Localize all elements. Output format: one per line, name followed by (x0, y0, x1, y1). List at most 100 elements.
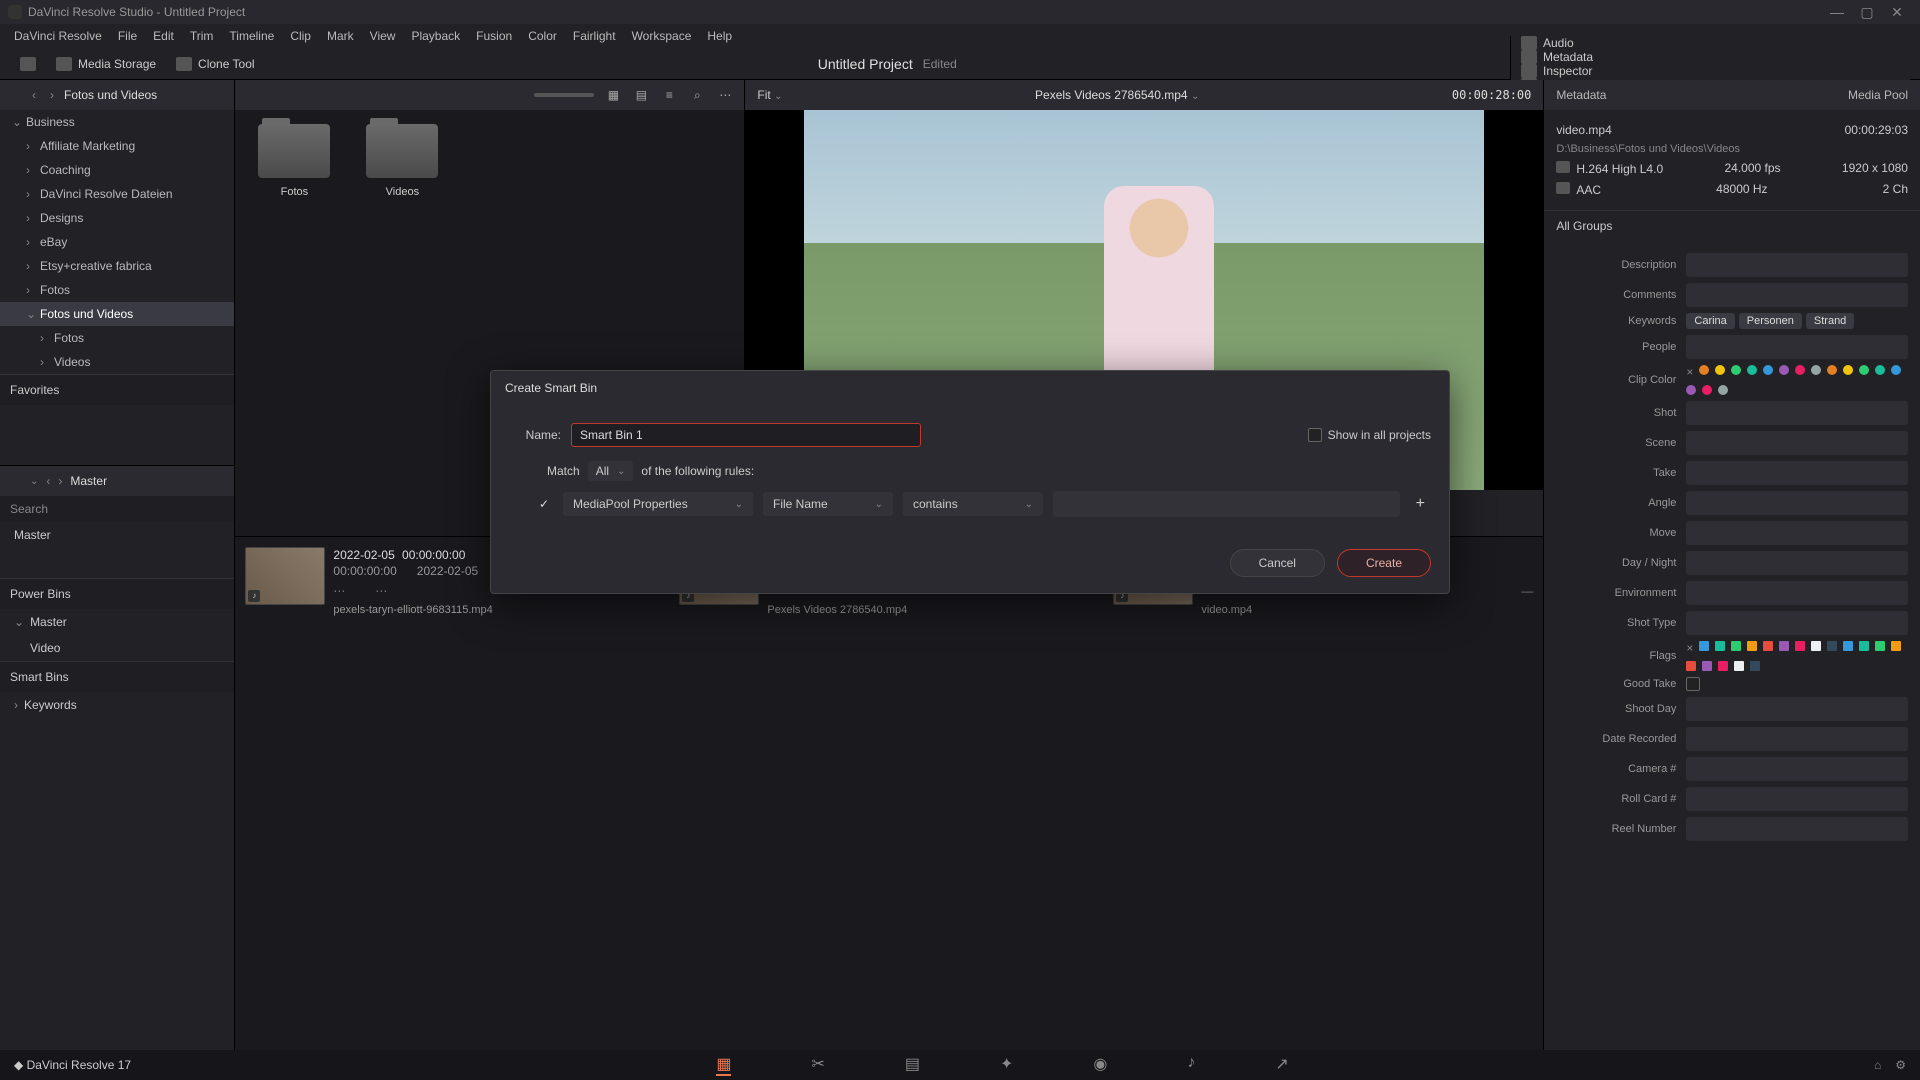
chevron-down-icon[interactable]: ⌄ (30, 476, 38, 487)
tree-item-fotos-und-videos[interactable]: Fotos und Videos (0, 302, 234, 326)
project-manager-button[interactable]: ⌂ (1874, 1058, 1881, 1072)
minimize-button[interactable]: — (1822, 4, 1852, 20)
tree-item-fotos[interactable]: Fotos (0, 326, 234, 350)
tree-item-coaching[interactable]: Coaching (0, 158, 234, 182)
clone-tool-button[interactable]: Clone Tool (166, 57, 264, 71)
flag-swatch[interactable] (1811, 641, 1821, 651)
flag-swatch[interactable] (1763, 641, 1773, 651)
nav-forward-button[interactable]: › (58, 474, 62, 488)
tree-item-business[interactable]: Business (0, 110, 234, 134)
search-input[interactable]: Search (0, 496, 234, 522)
folder-videos[interactable]: Videos (357, 124, 447, 198)
meta-groups[interactable]: All Groups (1544, 211, 1920, 241)
menu-fairlight[interactable]: Fairlight (565, 29, 624, 43)
color-swatch[interactable] (1843, 365, 1853, 375)
rule-operator-dropdown[interactable]: contains⌄ (903, 492, 1043, 516)
add-rule-button[interactable]: + (1410, 495, 1431, 513)
meta-input[interactable] (1686, 401, 1908, 425)
flag-swatch[interactable] (1750, 661, 1760, 671)
meta-input[interactable] (1686, 521, 1908, 545)
color-page-tab[interactable]: ◉ (1093, 1054, 1107, 1076)
tree-item-ebay[interactable]: eBay (0, 230, 234, 254)
bin-master[interactable]: Master (0, 522, 234, 548)
list-view-icon[interactable]: ≡ (660, 86, 678, 104)
meta-input[interactable] (1686, 253, 1908, 277)
meta-input[interactable] (1686, 757, 1908, 781)
menu-help[interactable]: Help (699, 29, 740, 43)
meta-input[interactable] (1686, 335, 1908, 359)
maximize-button[interactable]: ▢ (1852, 4, 1882, 21)
folder-fotos[interactable]: Fotos (249, 124, 339, 198)
rule-value-input[interactable] (1053, 491, 1400, 517)
color-swatch[interactable] (1699, 365, 1709, 375)
powerbin-video[interactable]: Video (0, 635, 234, 661)
tree-item-videos[interactable]: Videos (0, 350, 234, 374)
flag-swatch[interactable] (1875, 641, 1885, 651)
color-swatch[interactable] (1763, 365, 1773, 375)
create-button[interactable]: Create (1337, 549, 1431, 577)
project-settings-button[interactable]: ⚙ (1895, 1058, 1906, 1072)
meta-input[interactable] (1686, 611, 1908, 635)
nav-forward-button[interactable]: › (46, 88, 58, 102)
edit-page-tab[interactable]: ▤ (905, 1054, 920, 1076)
inspector-button[interactable]: Inspector (1511, 64, 1910, 78)
show-all-projects-checkbox[interactable]: Show in all projects (1308, 428, 1431, 442)
good-take-checkbox[interactable] (1686, 677, 1700, 691)
tree-item-etsy-creative-fabrica[interactable]: Etsy+creative fabrica (0, 254, 234, 278)
metadata-mode[interactable]: Media Pool (1848, 88, 1908, 102)
flag-swatch[interactable] (1702, 661, 1712, 671)
meta-input[interactable] (1686, 461, 1908, 485)
thumbnail-view-icon[interactable]: ▦ (604, 86, 622, 104)
color-swatch[interactable] (1859, 365, 1869, 375)
home-button[interactable]: ◆ DaVinci Resolve 17 (0, 1058, 145, 1072)
menu-file[interactable]: File (110, 29, 145, 43)
tree-item-designs[interactable]: Designs (0, 206, 234, 230)
color-swatch[interactable] (1875, 365, 1885, 375)
cancel-button[interactable]: Cancel (1230, 549, 1325, 577)
flag-swatch[interactable] (1795, 641, 1805, 651)
nav-back-button[interactable]: ‹ (46, 474, 50, 488)
meta-input[interactable] (1686, 727, 1908, 751)
flag-swatch[interactable] (1779, 641, 1789, 651)
flag-swatch[interactable] (1731, 641, 1741, 651)
flag-swatch[interactable] (1718, 661, 1728, 671)
clear-color-button[interactable]: × (1686, 365, 1693, 379)
match-mode-dropdown[interactable]: All⌄ (588, 461, 634, 481)
fairlight-page-tab[interactable]: ♪ (1187, 1054, 1195, 1076)
panel-icon[interactable] (8, 474, 22, 488)
tree-item-affiliate-marketing[interactable]: Affiliate Marketing (0, 134, 234, 158)
smartbin-keywords[interactable]: ›Keywords (0, 692, 234, 718)
rule-field-dropdown[interactable]: File Name⌄ (763, 492, 893, 516)
grid-view-icon[interactable]: ▤ (632, 86, 650, 104)
powerbin-master[interactable]: ⌄Master (0, 609, 234, 635)
color-swatch[interactable] (1827, 365, 1837, 375)
flag-swatch[interactable] (1686, 661, 1696, 671)
color-swatch[interactable] (1702, 385, 1712, 395)
panel-icon[interactable] (8, 88, 22, 102)
menu-mark[interactable]: Mark (319, 29, 362, 43)
meta-input[interactable] (1686, 817, 1908, 841)
menu-workspace[interactable]: Workspace (624, 29, 700, 43)
keyword-tag[interactable]: Strand (1806, 313, 1854, 329)
flag-swatch[interactable] (1747, 641, 1757, 651)
flag-swatch[interactable] (1843, 641, 1853, 651)
name-input[interactable] (571, 423, 921, 447)
menu-playback[interactable]: Playback (403, 29, 468, 43)
media-page-tab[interactable]: ▦ (716, 1054, 731, 1076)
meta-input[interactable] (1686, 283, 1908, 307)
tree-item-fotos[interactable]: Fotos (0, 278, 234, 302)
rule-enabled-checkbox[interactable]: ✓ (539, 497, 553, 511)
meta-input[interactable] (1686, 697, 1908, 721)
menu-davinci-resolve[interactable]: DaVinci Resolve (6, 29, 110, 43)
meta-input[interactable] (1686, 581, 1908, 605)
flag-swatch[interactable] (1715, 641, 1725, 651)
cut-page-tab[interactable]: ✂ (811, 1054, 824, 1076)
menu-color[interactable]: Color (520, 29, 565, 43)
audio-button[interactable]: Audio (1511, 36, 1910, 50)
meta-input[interactable] (1686, 551, 1908, 575)
keyword-tag[interactable]: Carina (1686, 313, 1734, 329)
keyword-tag[interactable]: Personen (1739, 313, 1802, 329)
color-swatch[interactable] (1731, 365, 1741, 375)
color-swatch[interactable] (1718, 385, 1728, 395)
menu-view[interactable]: View (362, 29, 404, 43)
